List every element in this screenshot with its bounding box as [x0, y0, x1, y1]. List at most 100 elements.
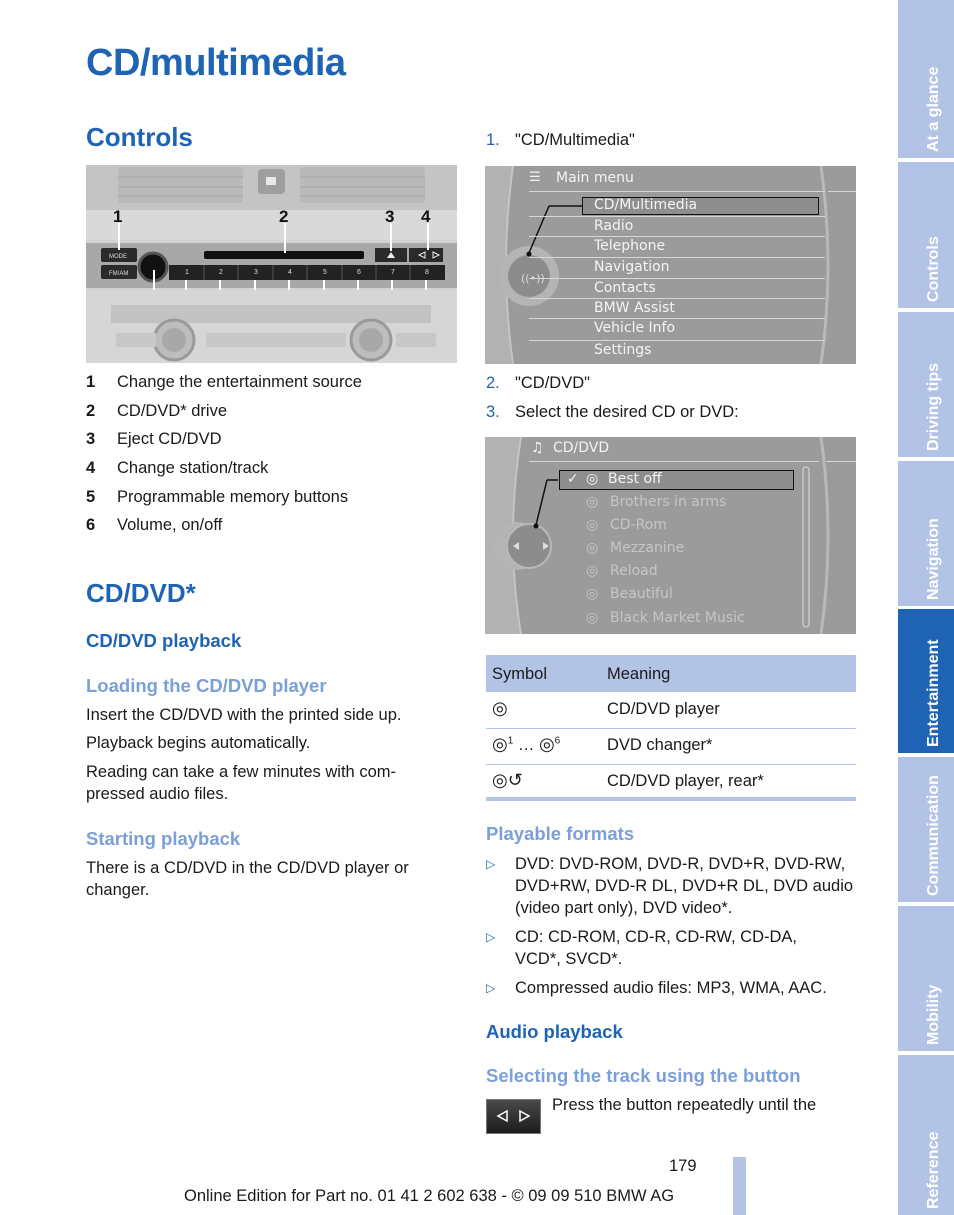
menu-item[interactable]: BMW Assist [594, 300, 675, 316]
footer-bar [733, 1157, 746, 1215]
legend-number: 3 [86, 430, 96, 448]
cd-changer-icon: ◎ [586, 540, 599, 556]
disc-item[interactable]: Black Market Music [610, 610, 745, 626]
callout-2: 2 [279, 207, 288, 226]
menu-item[interactable]: Telephone [594, 238, 665, 254]
paragraph: There is a CD/DVD in the CD/DVD player o… [86, 859, 409, 899]
footer-text: Online Edition for Part no. 01 41 2 602 … [184, 1187, 675, 1205]
legend-number: 6 [86, 516, 96, 534]
step-text: "CD/Multimedia" [515, 131, 635, 149]
playable-formats-heading: Playable formats [486, 823, 635, 844]
legend-text: Programmable memory buttons [117, 488, 349, 506]
disc-item[interactable]: CD-Rom [610, 517, 667, 533]
svg-text:2: 2 [219, 269, 223, 276]
cd-changer-icon: ◎ [586, 586, 599, 602]
side-tab-at-a-glance[interactable]: At a glance [898, 0, 954, 158]
step-number: 1. [486, 131, 500, 149]
menu-item[interactable]: Contacts [594, 280, 656, 296]
track-button-illustration [486, 1099, 541, 1134]
dvd-changer-icon: ◎1 … ◎6 [492, 734, 561, 754]
side-tab-label: At a glance [925, 66, 942, 152]
cd-music-icon: ♫ [531, 440, 544, 456]
table-row: ◎ CD/DVD player [486, 692, 856, 729]
header-symbol: Symbol [492, 665, 548, 683]
legend-text: Change station/track [117, 459, 269, 477]
side-tab-communication[interactable]: Communication [898, 757, 954, 902]
side-tab-label: Navigation [925, 518, 942, 600]
page-title: CD/multimedia [86, 42, 346, 84]
callout-1: 1 [113, 207, 122, 226]
cddvd-screen: ♫ CD/DVD ✓ ◎ Best off ◎ Brothers in arms… [485, 437, 856, 634]
paragraph: Press the button repeatedly until the [552, 1096, 817, 1114]
cd-dvd-player-icon: ◎ [492, 698, 508, 718]
triangle-bullet-icon: ▷ [486, 930, 496, 944]
cd-icon: ◎ [586, 471, 599, 487]
triangle-bullet-icon: ▷ [486, 857, 496, 871]
side-tab-label: Driving tips [925, 362, 942, 451]
side-tab-label: Controls [925, 236, 942, 302]
menu-item[interactable]: CD/Multimedia [594, 197, 697, 213]
svg-text:7: 7 [391, 269, 395, 276]
disc-item[interactable]: Reload [610, 563, 658, 579]
table-row: ◎↺ CD/DVD player, rear* [486, 764, 856, 800]
legend-number: 4 [86, 459, 96, 477]
main-menu-screen: ((•)) ☰ Main menu CD/Multimedia Radio Te… [485, 166, 856, 364]
meaning: CD/DVD player [607, 700, 720, 718]
legend-number: 1 [86, 373, 96, 391]
meaning: CD/DVD player, rear* [607, 772, 764, 790]
cd-changer-icon: ◎ [586, 494, 599, 510]
side-tab-reference[interactable]: Reference [898, 1055, 954, 1215]
menu-icon: ☰ [529, 170, 541, 185]
side-tab-label: Communication [925, 775, 942, 896]
side-tab-entertainment[interactable]: Entertainment [898, 609, 954, 753]
menu-item[interactable]: Navigation [594, 259, 670, 275]
mode-button-label: MODE [109, 254, 127, 260]
callout-3: 3 [385, 207, 394, 226]
disc-item[interactable]: Mezzanine [610, 540, 684, 556]
paragraph: Playback begins automatically. [86, 734, 311, 752]
svg-text:6: 6 [357, 269, 361, 276]
side-tab-label: Reference [925, 1131, 942, 1209]
side-tab-label: Entertainment [925, 639, 942, 747]
selecting-track-heading: Selecting the track using the button [486, 1065, 801, 1086]
fmam-button-label: FM/AM [109, 271, 128, 277]
legend-number: 2 [86, 402, 96, 420]
control-panel-illustration: MODE FM/AM 12345678 1 2 3 4 [86, 165, 457, 363]
step-text: Select the desired CD or DVD: [515, 403, 739, 421]
side-tab-driving-tips[interactable]: Driving tips [898, 312, 954, 457]
step-number: 2. [486, 374, 500, 392]
previous-icon [496, 1109, 508, 1123]
cddvd-playback-heading: CD/DVD playback [86, 630, 242, 651]
step-text: "CD/DVD" [515, 374, 590, 392]
menu-item[interactable]: Settings [594, 342, 651, 358]
screen-title: CD/DVD [553, 440, 610, 456]
side-tab-mobility[interactable]: Mobility [898, 906, 954, 1051]
legend-text: Volume, on/off [117, 516, 223, 534]
menu-item[interactable]: Vehicle Info [594, 320, 675, 336]
controls-heading: Controls [86, 122, 193, 152]
side-tab-navigation[interactable]: Navigation [898, 461, 954, 606]
svg-text:1: 1 [185, 269, 189, 276]
svg-text:8: 8 [425, 269, 429, 276]
side-tab-label: Mobility [925, 984, 942, 1045]
svg-text:4: 4 [288, 269, 292, 276]
check-icon: ✓ [567, 471, 579, 487]
table-header: Symbol Meaning [486, 655, 856, 692]
audio-playback-heading: Audio playback [486, 1021, 623, 1042]
triangle-bullet-icon: ▷ [486, 981, 496, 995]
cd-changer-icon: ◎ [586, 517, 599, 533]
cddvd-heading: CD/DVD* [86, 578, 196, 608]
side-tab-controls[interactable]: Controls [898, 162, 954, 308]
paragraph: Reading can take a few minutes with com-… [86, 763, 396, 803]
paragraph: Insert the CD/DVD with the printed side … [86, 706, 402, 724]
legend-text: Eject CD/DVD [117, 430, 222, 448]
menu-item[interactable]: Radio [594, 218, 633, 234]
callout-4: 4 [421, 207, 431, 226]
disc-item[interactable]: Best off [608, 471, 662, 487]
disc-item[interactable]: Beautiful [610, 586, 673, 602]
disc-item[interactable]: Brothers in arms [610, 494, 726, 510]
svg-text:3: 3 [254, 269, 258, 276]
next-icon [519, 1109, 531, 1123]
header-meaning: Meaning [607, 665, 671, 683]
legend-number: 5 [86, 488, 96, 506]
